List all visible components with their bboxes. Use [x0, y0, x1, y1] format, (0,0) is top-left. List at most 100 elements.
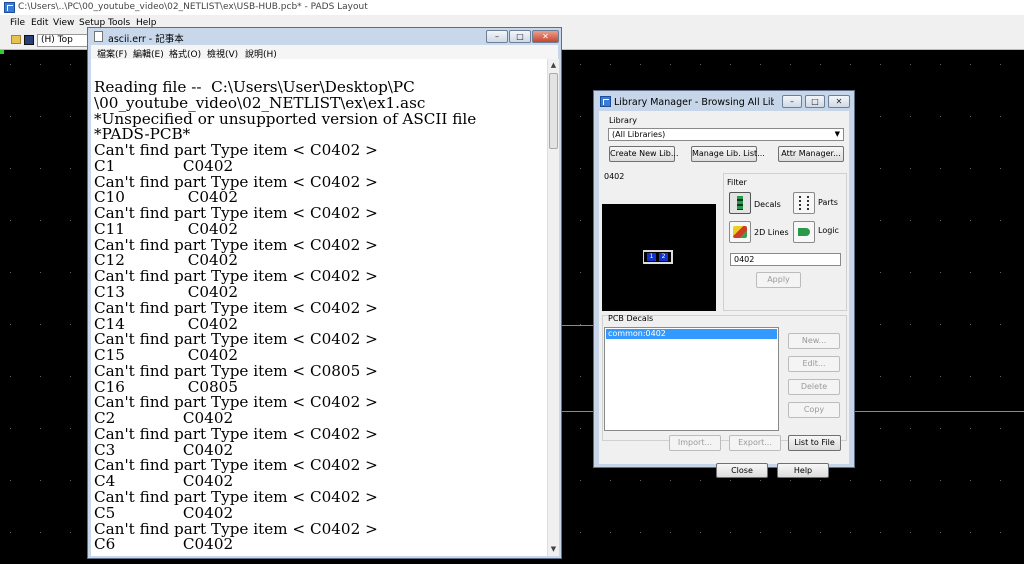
- maximize-button[interactable]: □: [805, 95, 825, 108]
- scroll-down-icon[interactable]: ▼: [548, 544, 559, 555]
- export-button[interactable]: Export...: [729, 435, 781, 451]
- filter-input[interactable]: 0402: [730, 253, 841, 266]
- grid-dot: [1000, 376, 1001, 377]
- menu-edit[interactable]: Edit: [31, 18, 48, 28]
- notepad-text-area[interactable]: Reading file -- C:\Users\User\Desktop\PC…: [91, 59, 547, 556]
- grid-dot: [880, 532, 881, 533]
- manage-lib-list-button[interactable]: Manage Lib. List...: [691, 146, 765, 162]
- grid-dot: [760, 64, 761, 65]
- help-button[interactable]: Help: [777, 463, 829, 478]
- grid-dot: [10, 376, 11, 377]
- library-label: Library: [609, 116, 637, 125]
- grid-dot: [880, 480, 881, 481]
- grid-dot: [880, 272, 881, 273]
- library-manager-body: Library (All Libraries) ▼ Create New Lib…: [599, 111, 849, 478]
- grid-dot: [610, 532, 611, 533]
- grid-dot: [40, 272, 41, 273]
- grid-dot: [70, 324, 71, 325]
- grid-dot: [970, 168, 971, 169]
- scroll-thumb[interactable]: [549, 73, 558, 149]
- decals-filter-button[interactable]: [729, 192, 751, 214]
- grid-dot: [10, 532, 11, 533]
- import-button[interactable]: Import...: [669, 435, 721, 451]
- menu-file[interactable]: File: [10, 18, 25, 28]
- scroll-up-icon[interactable]: ▲: [548, 60, 559, 71]
- library-manager-window: Library Manager - Browsing All Librari..…: [593, 90, 855, 478]
- text-line: Can't find part Type item < C0402 >: [94, 204, 378, 223]
- text-line: C4 C0402: [94, 472, 234, 491]
- vertical-scrollbar[interactable]: ▲ ▼: [547, 59, 559, 556]
- decals-icon: [737, 196, 743, 210]
- parts-filter-button[interactable]: [793, 192, 815, 214]
- save-icon[interactable]: [24, 35, 34, 45]
- text-line: Can't find part Type item < C0402 >: [94, 298, 378, 317]
- pads-app-icon: [600, 96, 611, 107]
- text-line: C13 C0402: [94, 283, 238, 301]
- grid-dot: [970, 116, 971, 117]
- grid-dot: [940, 64, 941, 65]
- grid-dot: [670, 532, 671, 533]
- text-line: Can't find part Type item < C0402 >: [94, 141, 378, 160]
- grid-dot: [910, 324, 911, 325]
- grid-dot: [70, 272, 71, 273]
- grid-dot: [70, 168, 71, 169]
- decal-list[interactable]: common:0402: [604, 327, 779, 431]
- text-line: C5 C0402: [94, 503, 234, 522]
- pcb-decals-label: PCB Decals: [608, 314, 654, 323]
- grid-dot: [70, 532, 71, 533]
- grid-dot: [580, 168, 581, 169]
- library-select[interactable]: (All Libraries) ▼: [608, 128, 844, 141]
- text-line: Can't find part Type item < C0805 >: [94, 361, 378, 380]
- close-button[interactable]: ✕: [828, 95, 850, 108]
- minimize-button[interactable]: –: [782, 95, 802, 108]
- list-to-file-button[interactable]: List to File: [788, 435, 841, 451]
- grid-dot: [10, 168, 11, 169]
- grid-dot: [790, 64, 791, 65]
- open-folder-icon[interactable]: [11, 35, 21, 44]
- menu-view[interactable]: View: [53, 18, 74, 28]
- text-line: Can't find part Type item < C0402 >: [94, 172, 378, 191]
- grid-dot: [610, 64, 611, 65]
- minimize-button[interactable]: –: [486, 30, 508, 43]
- logic-filter-button[interactable]: [793, 221, 815, 243]
- grid-dot: [970, 532, 971, 533]
- notepad-menu-bar: 檔案(F) 編輯(E) 格式(O) 檢視(V) 說明(H): [91, 45, 558, 60]
- grid-dot: [820, 480, 821, 481]
- grid-dot: [70, 480, 71, 481]
- attr-manager-button[interactable]: Attr Manager...: [778, 146, 844, 162]
- edit-button[interactable]: Edit...: [788, 356, 840, 372]
- grid-dot: [70, 220, 71, 221]
- delete-button[interactable]: Delete: [788, 379, 840, 395]
- new-button[interactable]: New...: [788, 333, 840, 349]
- grid-dot: [70, 428, 71, 429]
- library-manager-title-bar[interactable]: Library Manager - Browsing All Librari..…: [594, 91, 854, 111]
- grid-dot: [1000, 272, 1001, 273]
- grid-dot: [70, 116, 71, 117]
- grid-dot: [70, 376, 71, 377]
- close-button[interactable]: Close: [716, 463, 768, 478]
- text-line: C2 C0402: [94, 409, 234, 428]
- grid-dot: [1000, 428, 1001, 429]
- text-line: *PADS-PCB*: [94, 125, 191, 144]
- copy-button[interactable]: Copy: [788, 402, 840, 418]
- layer-select[interactable]: (H) Top: [37, 34, 89, 47]
- preview-label: 0402: [604, 172, 625, 181]
- grid-dot: [880, 376, 881, 377]
- grid-dot: [10, 480, 11, 481]
- origin-marker: [0, 50, 4, 54]
- text-line: *Unspecified or unsupported version of A…: [94, 109, 477, 128]
- text-line: C11 C0402: [94, 219, 238, 238]
- close-button[interactable]: ✕: [532, 30, 559, 43]
- apply-button[interactable]: Apply: [756, 272, 801, 288]
- list-item[interactable]: common:0402: [606, 329, 777, 339]
- pads-window-title: C:\Users\..\PC\00_youtube_video\02_NETLI…: [18, 2, 368, 12]
- maximize-button[interactable]: □: [509, 30, 531, 43]
- grid-dot: [580, 480, 581, 481]
- pads-title-bar: C:\Users\..\PC\00_youtube_video\02_NETLI…: [0, 0, 1024, 15]
- grid-dot: [1000, 220, 1001, 221]
- 2d-lines-filter-button[interactable]: [729, 221, 751, 243]
- notepad-title-bar[interactable]: ascii.err - 記事本 – □ ✕: [88, 28, 561, 45]
- grid-dot: [580, 272, 581, 273]
- create-new-lib-button[interactable]: Create New Lib...: [609, 146, 679, 162]
- grid-dot: [940, 116, 941, 117]
